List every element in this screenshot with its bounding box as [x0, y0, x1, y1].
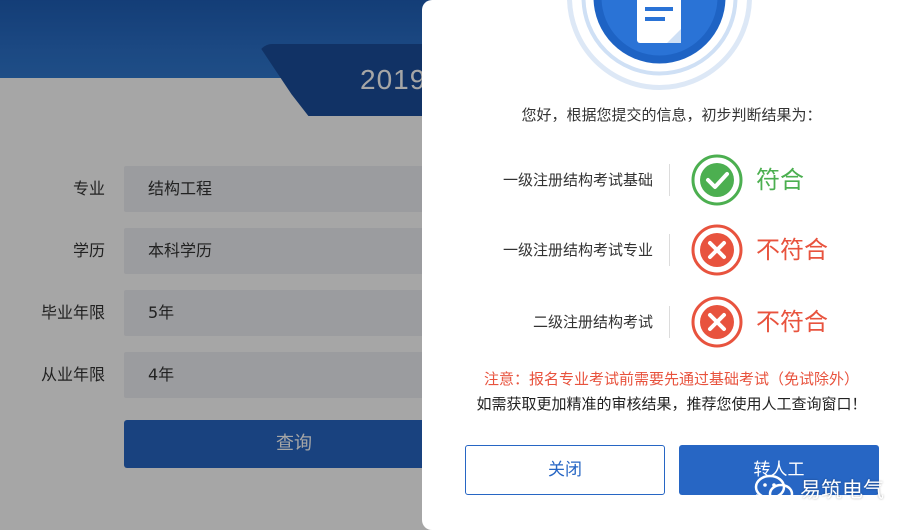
- divider: [669, 234, 670, 266]
- check-circle-icon: [691, 154, 743, 206]
- greeting-text: 您好，根据您提交的信息，初步判断结果为：: [521, 106, 822, 124]
- close-button[interactable]: 关闭: [465, 445, 665, 495]
- cross-circle-icon: [691, 296, 743, 348]
- result-row: 一级注册结构考试基础 符合: [422, 150, 921, 210]
- result-status-text: 符合: [756, 166, 804, 194]
- result-row: 二级注册结构考试 不符合: [422, 292, 921, 352]
- cross-circle-icon: [691, 224, 743, 276]
- result-status-text: 不符合: [756, 236, 828, 264]
- document-icon: [567, 0, 752, 90]
- result-name: 一级注册结构考试专业: [502, 241, 653, 259]
- divider: [669, 164, 670, 196]
- result-name: 一级注册结构考试基础: [502, 171, 653, 189]
- warning-note: 注意：报名专业考试前需要先通过基础考试（免试除外）: [483, 370, 859, 388]
- manual-service-button[interactable]: 转人工: [679, 445, 879, 495]
- result-status-text: 不符合: [756, 308, 828, 336]
- divider: [669, 306, 670, 338]
- result-modal: 您好，根据您提交的信息，初步判断结果为： 一级注册结构考试基础 符合 一级注册结…: [422, 0, 921, 530]
- result-row: 一级注册结构考试专业 不符合: [422, 220, 921, 280]
- result-name: 二级注册结构考试: [532, 313, 653, 331]
- recommendation-note: 如需获取更加精准的审核结果，推荐您使用人工查询窗口！: [476, 395, 867, 413]
